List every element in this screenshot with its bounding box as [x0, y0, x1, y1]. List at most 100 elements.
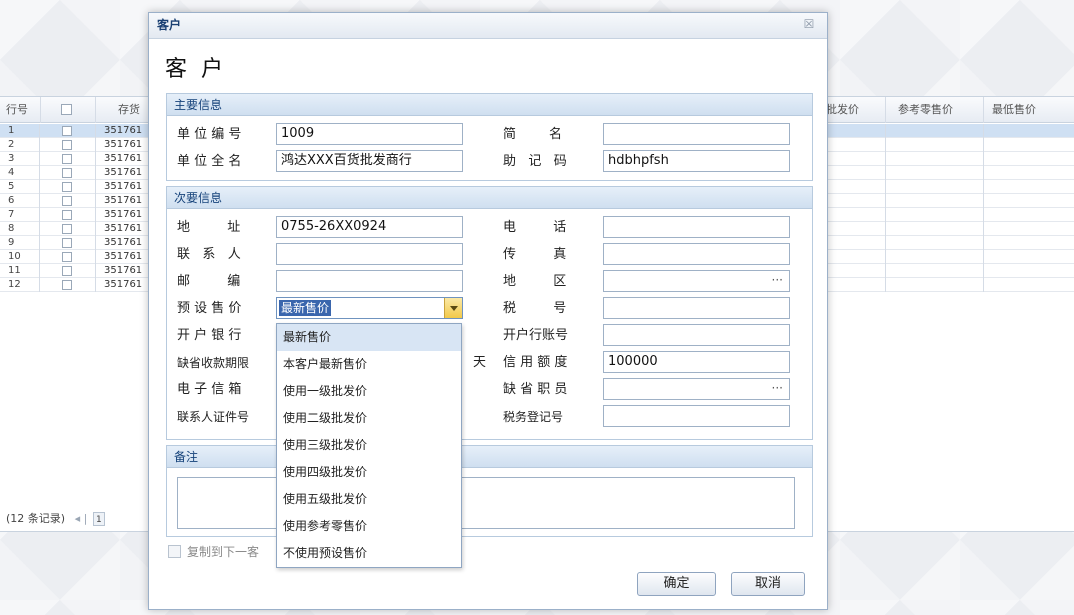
- price-option[interactable]: 不使用预设售价: [277, 540, 461, 567]
- row-code: 351761: [104, 223, 143, 234]
- region-picker-icon[interactable]: ···: [772, 271, 783, 289]
- row-code: 351761: [104, 209, 143, 220]
- row-checkbox[interactable]: [62, 280, 72, 290]
- dialog-heading: 客户: [165, 57, 238, 82]
- row-checkbox[interactable]: [62, 196, 72, 206]
- payment-days-label: 缺省收款期限: [177, 356, 250, 370]
- record-count: (12 条记录): [6, 512, 66, 525]
- price-option[interactable]: 本客户最新售价: [277, 351, 461, 378]
- row-price-cells: [820, 124, 1074, 138]
- row-checkbox[interactable]: [62, 126, 72, 136]
- row-number: 9: [0, 236, 40, 250]
- dropdown-arrow-icon[interactable]: [444, 298, 462, 318]
- ok-button[interactable]: 确定: [637, 572, 716, 596]
- current-page[interactable]: 1: [92, 512, 105, 526]
- close-icon[interactable]: ☒: [803, 18, 815, 30]
- row-checkbox[interactable]: [62, 238, 72, 248]
- row-number: 1: [0, 124, 40, 138]
- zip-field[interactable]: [276, 270, 463, 292]
- credit-label: 信 用 额 度: [503, 355, 568, 370]
- row-checkbox-cell[interactable]: [41, 236, 96, 250]
- row-checkbox-cell[interactable]: [41, 124, 96, 138]
- price-option[interactable]: 使用二级批发价: [277, 405, 461, 432]
- secondary-info-title: 次要信息: [167, 187, 812, 209]
- row-checkbox-cell[interactable]: [41, 222, 96, 236]
- row-price-cells: [820, 138, 1074, 152]
- copy-to-next-option[interactable]: 复制到下一客: [168, 543, 259, 561]
- price-option[interactable]: 使用五级批发价: [277, 486, 461, 513]
- row-price-cells: [820, 222, 1074, 236]
- row-checkbox-cell[interactable]: [41, 194, 96, 208]
- row-price-cells: [820, 166, 1074, 180]
- row-checkbox[interactable]: [62, 182, 72, 192]
- preset-price-value: 最新售价: [279, 300, 332, 316]
- copy-label: 复制到下一客: [187, 545, 260, 559]
- price-option[interactable]: 使用一级批发价: [277, 378, 461, 405]
- price-option[interactable]: 使用四级批发价: [277, 459, 461, 486]
- row-number: 6: [0, 194, 40, 208]
- short-name-field[interactable]: [603, 123, 790, 145]
- region-field[interactable]: ···: [603, 270, 790, 292]
- row-price-cells: [820, 278, 1074, 292]
- preset-price-select[interactable]: 最新售价: [276, 297, 463, 319]
- header-wholesale: 批发价: [820, 97, 886, 123]
- remarks-textarea[interactable]: [177, 477, 795, 529]
- price-option[interactable]: 使用参考零售价: [277, 513, 461, 540]
- default-staff-label: 缺 省 职 员: [503, 382, 568, 397]
- default-staff-field[interactable]: ···: [603, 378, 790, 400]
- price-option[interactable]: 使用三级批发价: [277, 432, 461, 459]
- row-checkbox-cell[interactable]: [41, 278, 96, 292]
- full-name-field[interactable]: 鸿达XXX百货批发商行: [276, 150, 463, 172]
- price-option[interactable]: 最新售价: [277, 324, 461, 351]
- row-checkbox-cell[interactable]: [41, 208, 96, 222]
- row-checkbox-cell[interactable]: [41, 166, 96, 180]
- header-select-all[interactable]: [41, 97, 96, 123]
- row-code: 351761: [104, 139, 143, 150]
- fax-field[interactable]: [603, 243, 790, 265]
- unit-code-field[interactable]: 1009: [276, 123, 463, 145]
- cancel-button[interactable]: 取消: [731, 572, 805, 596]
- row-price-cells: [820, 180, 1074, 194]
- row-checkbox[interactable]: [62, 266, 72, 276]
- primary-info-panel: 主要信息 单 位 编 号 1009 简 名 单 位 全 名 鸿达XXX百货批发商…: [166, 93, 813, 181]
- row-checkbox-cell[interactable]: [41, 180, 96, 194]
- row-price-cells: [820, 250, 1074, 264]
- row-code: 351761: [104, 251, 143, 262]
- tax-no-field[interactable]: [603, 297, 790, 319]
- credit-field[interactable]: 100000: [603, 351, 790, 373]
- remarks-title: 备注: [167, 446, 812, 468]
- secondary-info-panel: 次要信息 地 址 0755-26XX0924 电 话 联 系 人 传 真 邮 编…: [166, 186, 813, 440]
- contact-id-label: 联系人证件号: [177, 410, 250, 424]
- prev-page-icon[interactable]: ◂: [75, 512, 81, 525]
- row-checkbox-cell[interactable]: [41, 250, 96, 264]
- bank-account-field[interactable]: [603, 324, 790, 346]
- header-min-price: 最低售价: [992, 103, 1036, 116]
- primary-info-title: 主要信息: [167, 94, 812, 116]
- row-checkbox[interactable]: [62, 168, 72, 178]
- dialog-title: 客户: [157, 18, 182, 32]
- remarks-panel: 备注: [166, 445, 813, 537]
- contact-label: 联 系 人: [177, 247, 241, 262]
- contact-field[interactable]: [276, 243, 463, 265]
- row-checkbox-cell[interactable]: [41, 152, 96, 166]
- address-field[interactable]: 0755-26XX0924: [276, 216, 463, 238]
- staff-picker-icon[interactable]: ···: [772, 379, 783, 397]
- phone-field[interactable]: [603, 216, 790, 238]
- row-price-cells: [820, 208, 1074, 222]
- tax-reg-field[interactable]: [603, 405, 790, 427]
- row-checkbox[interactable]: [62, 154, 72, 164]
- zip-label: 邮 编: [177, 274, 241, 289]
- row-checkbox[interactable]: [62, 140, 72, 150]
- unit-code-label: 单 位 编 号: [177, 127, 242, 142]
- row-checkbox[interactable]: [62, 252, 72, 262]
- dialog-titlebar[interactable]: 客户 ☒: [149, 13, 827, 39]
- select-all-checkbox[interactable]: [61, 104, 72, 115]
- row-price-cells: [820, 152, 1074, 166]
- mnemonic-field[interactable]: hdbhpfsh: [603, 150, 790, 172]
- row-checkbox-cell[interactable]: [41, 264, 96, 278]
- row-number: 12: [0, 278, 40, 292]
- copy-checkbox[interactable]: [168, 545, 181, 558]
- row-checkbox-cell[interactable]: [41, 138, 96, 152]
- row-checkbox[interactable]: [62, 210, 72, 220]
- row-checkbox[interactable]: [62, 224, 72, 234]
